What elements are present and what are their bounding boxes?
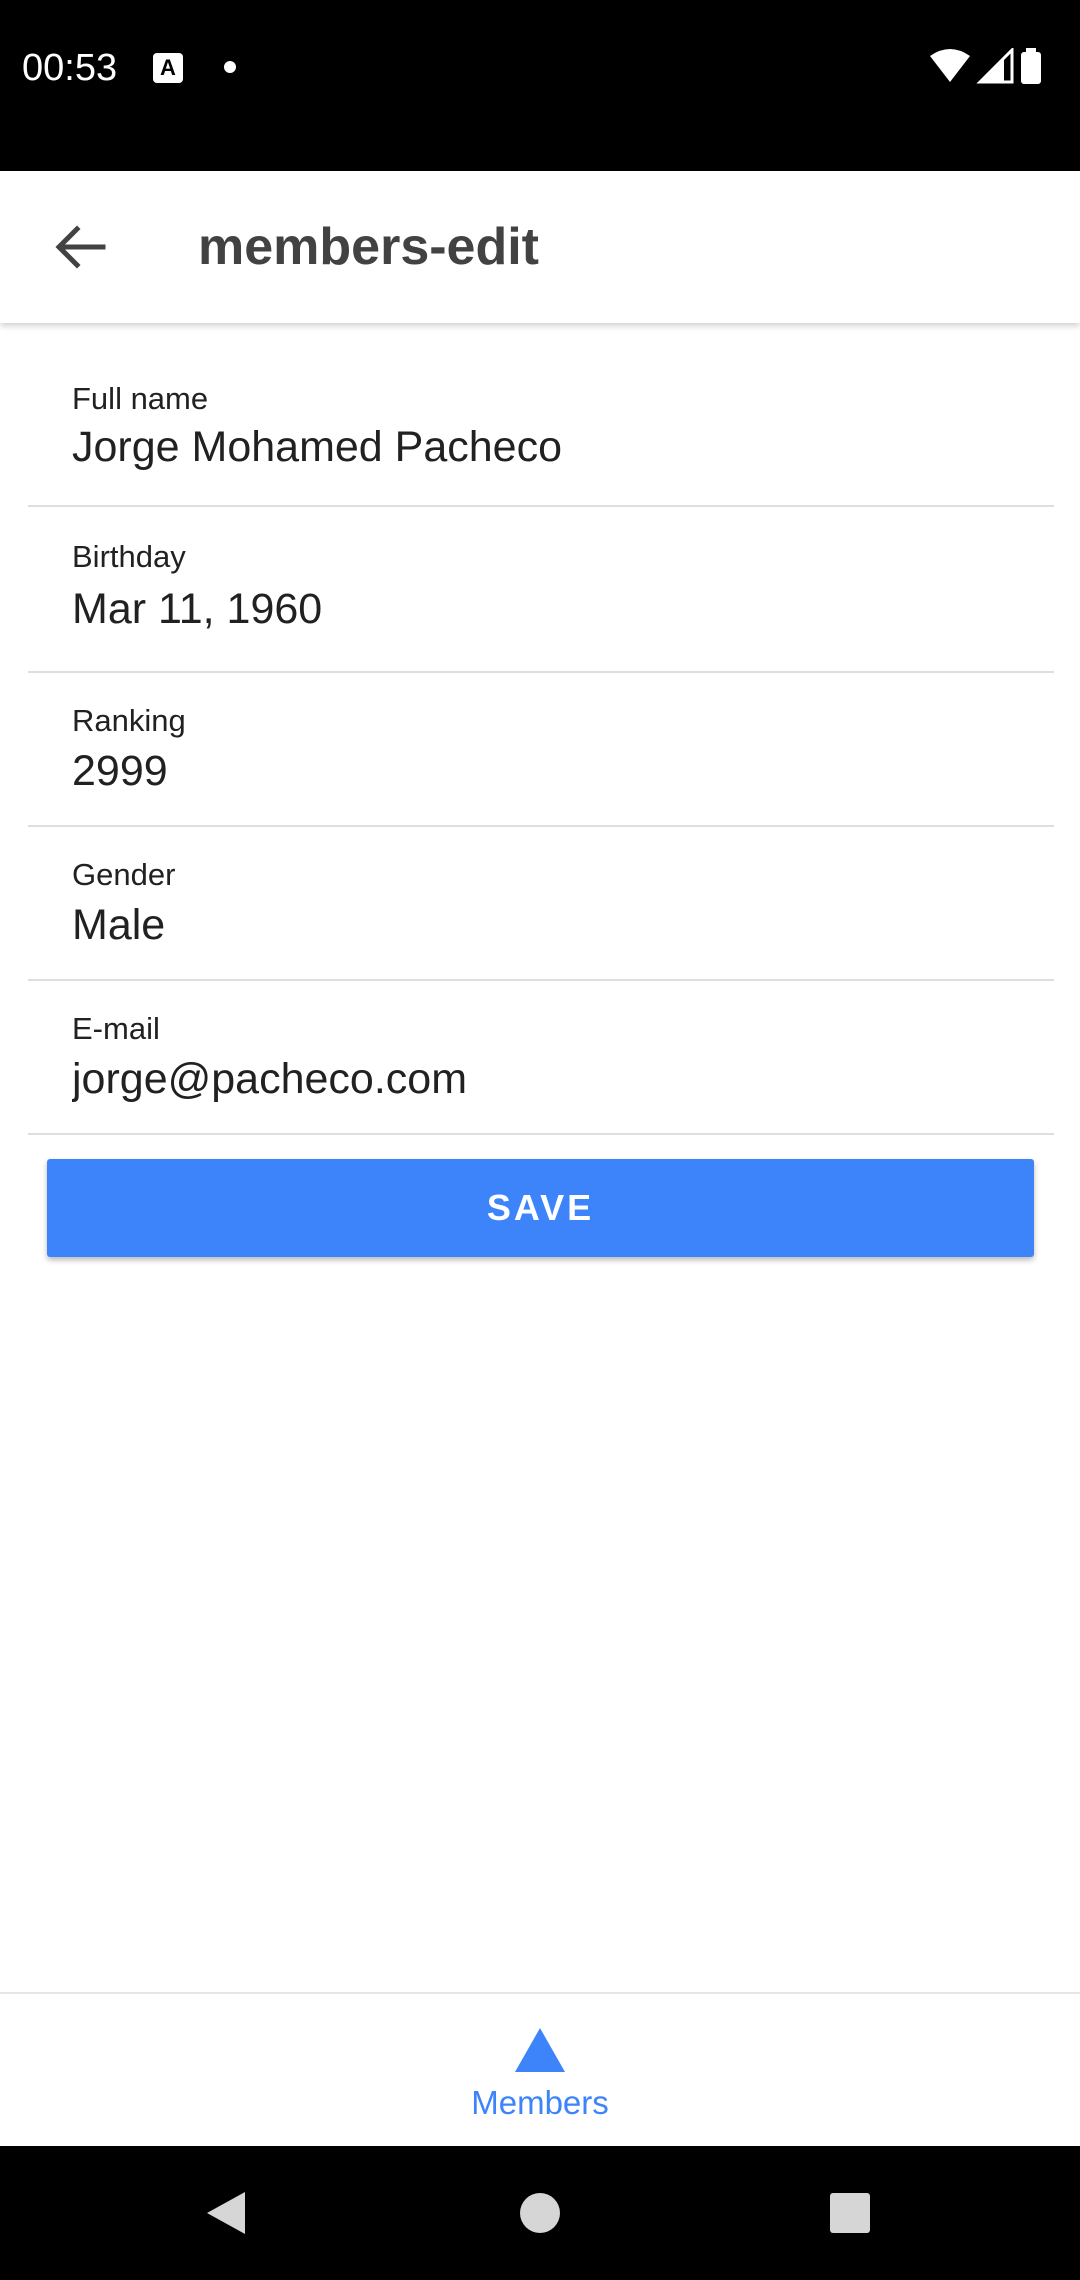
cell-signal-icon bbox=[976, 48, 1014, 84]
nav-label: Members bbox=[471, 2084, 609, 2121]
nav-item-members[interactable]: Members bbox=[440, 1994, 640, 2148]
app-bar: members-edit bbox=[0, 171, 1080, 323]
field-label: Birthday bbox=[72, 539, 186, 574]
battery-icon bbox=[1021, 48, 1041, 84]
back-button[interactable] bbox=[40, 207, 120, 287]
full-name-input[interactable] bbox=[72, 423, 1032, 472]
birthday-input[interactable] bbox=[72, 585, 1032, 634]
save-button[interactable]: SAVE bbox=[47, 1159, 1034, 1257]
email-input[interactable] bbox=[72, 1055, 1032, 1104]
notification-app-icon: A bbox=[153, 53, 183, 83]
field-label: Ranking bbox=[72, 703, 186, 738]
ranking-field[interactable]: Ranking bbox=[28, 673, 1054, 827]
birthday-field[interactable]: Birthday bbox=[28, 507, 1054, 673]
triangle-icon bbox=[515, 2028, 565, 2072]
full-name-field[interactable]: Full name bbox=[28, 323, 1054, 507]
recents-nav-icon[interactable] bbox=[829, 2192, 871, 2234]
field-label: Gender bbox=[72, 857, 176, 892]
notification-dot-icon bbox=[224, 61, 236, 73]
gender-input[interactable] bbox=[72, 901, 1032, 950]
ranking-input[interactable] bbox=[72, 747, 1032, 796]
system-nav-bar bbox=[0, 2146, 1080, 2280]
field-label: Full name bbox=[72, 381, 209, 416]
email-field[interactable]: E-mail bbox=[28, 981, 1054, 1135]
home-nav-icon[interactable] bbox=[519, 2192, 561, 2234]
field-label: E-mail bbox=[72, 1011, 160, 1046]
status-time: 00:53 bbox=[22, 47, 118, 89]
gender-field[interactable]: Gender bbox=[28, 827, 1054, 981]
page-title: members-edit bbox=[198, 218, 539, 276]
arrow-left-icon bbox=[55, 225, 106, 269]
status-bar: 00:53 A bbox=[0, 0, 1080, 171]
status-icons bbox=[928, 48, 1058, 88]
back-nav-icon[interactable] bbox=[205, 2190, 247, 2236]
bottom-nav: Members bbox=[0, 1992, 1080, 2148]
wifi-icon bbox=[930, 49, 970, 82]
